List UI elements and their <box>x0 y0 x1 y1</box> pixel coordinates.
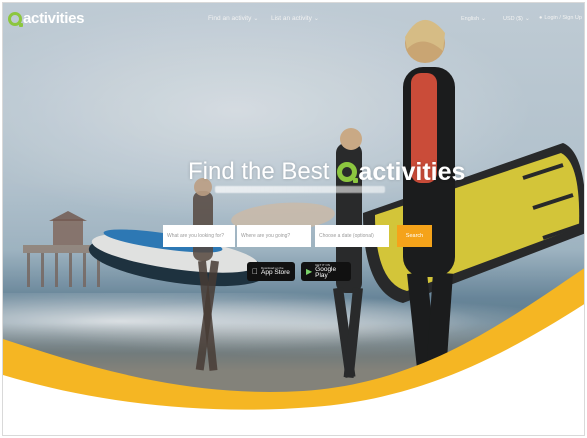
top-navigation: activities Find an activity ⌄ List an ac… <box>3 3 584 37</box>
logo-text: activities <box>23 10 85 27</box>
headline-prefix: Find the Best <box>188 158 330 185</box>
app-store-small-text: Download on the <box>255 265 284 270</box>
currency-selector[interactable]: USD ($) ⌄ <box>503 15 530 23</box>
page-frame: activities Find an activity ⌄ List an ac… <box>2 2 585 436</box>
nav-list-activity[interactable]: List an activity ⌄ <box>271 15 319 22</box>
destination-input[interactable] <box>237 225 311 247</box>
account-link[interactable]: ● Login / Sign Up <box>539 15 582 21</box>
site-logo[interactable]: activities <box>8 10 85 27</box>
language-label: English <box>461 15 480 22</box>
chevron-down-icon: ⌄ <box>313 16 319 22</box>
apple-icon:  <box>252 267 258 276</box>
google-play-text: GET IT ON Google Play <box>315 262 346 280</box>
hero-subtitle-blurred <box>215 186 385 193</box>
chevron-down-icon: ⌄ <box>481 16 487 22</box>
activity-search-input[interactable] <box>163 225 235 247</box>
app-store-links:  Download on the App Store ▶ GET IT ON … <box>247 262 351 281</box>
app-store-text: Download on the App Store <box>255 265 290 277</box>
google-play-button[interactable]: ▶ GET IT ON Google Play <box>301 262 351 281</box>
language-selector[interactable]: English ⌄ <box>461 15 487 23</box>
yellow-wave-decoration <box>3 268 584 435</box>
logo-mark-icon <box>8 11 23 27</box>
app-store-button[interactable]:  Download on the App Store <box>247 262 295 281</box>
nav-list-activity-label: List an activity <box>271 15 312 22</box>
nav-find-activity-label: Find an activity <box>208 15 252 22</box>
google-play-small-text: GET IT ON <box>315 262 331 267</box>
search-button[interactable]: Search <box>397 225 432 247</box>
search-form: Search <box>163 225 432 247</box>
app-store-big-text: App Store <box>255 268 290 276</box>
date-input[interactable] <box>315 225 389 247</box>
account-label: Login / Sign Up <box>544 15 582 21</box>
chevron-down-icon: ⌄ <box>524 16 530 22</box>
headline-brand-text: activities <box>358 157 466 186</box>
user-icon: ● <box>539 15 543 21</box>
google-play-big-text: Google Play <box>315 265 337 279</box>
google-play-icon: ▶ <box>306 267 313 276</box>
nav-find-activity[interactable]: Find an activity ⌄ <box>208 15 258 22</box>
headline-brand: activities <box>337 158 465 187</box>
hero-headline: Find the Best activities <box>188 157 465 187</box>
brand-ring-icon <box>337 162 359 183</box>
chevron-down-icon: ⌄ <box>253 16 259 22</box>
currency-label: USD ($) <box>503 15 523 22</box>
